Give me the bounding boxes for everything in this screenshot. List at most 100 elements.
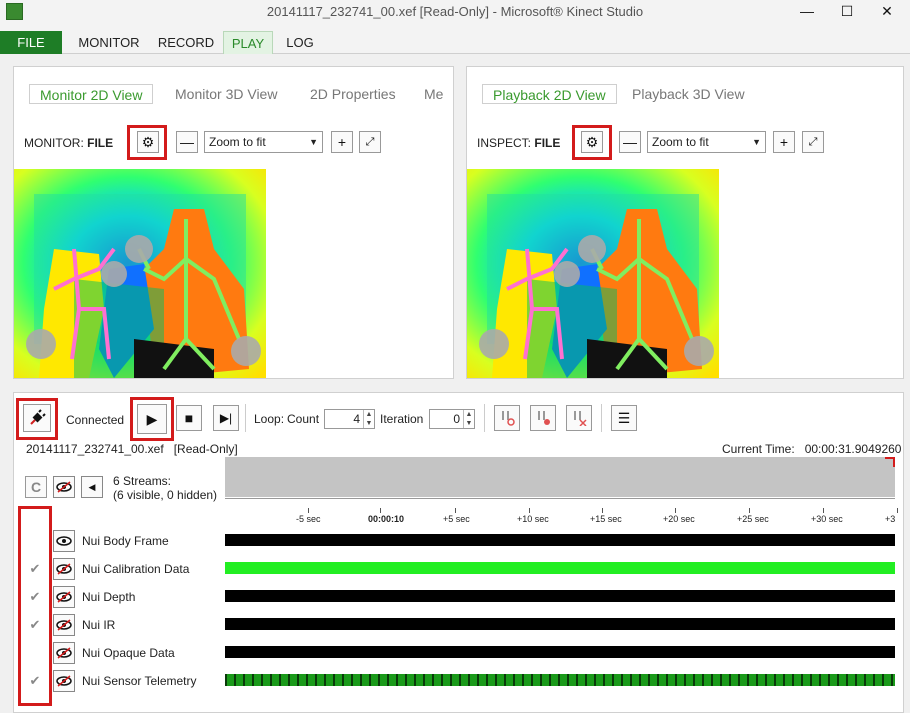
current-time-label: Current Time: [722, 442, 795, 456]
eye-icon[interactable] [53, 558, 75, 580]
close-button[interactable]: ✕ [873, 0, 901, 22]
eye-icon[interactable] [53, 586, 75, 608]
stream-name: Nui Opaque Data [82, 646, 175, 660]
monitor-source: MONITOR: FILE [24, 136, 113, 150]
chevron-down-icon: ▼ [309, 137, 318, 147]
spinner-arrows[interactable]: ▲ ▼ [363, 410, 374, 428]
zoom-out-button[interactable]: — [176, 131, 198, 153]
timeline-tick-label: +15 sec [590, 514, 622, 524]
gear-icon[interactable]: ⚙ [581, 131, 603, 153]
tab-playback-2d-view[interactable]: Playback 2D View [482, 84, 617, 104]
timeline-tick-label: +10 sec [517, 514, 549, 524]
stream-name: Nui Body Frame [82, 534, 169, 548]
step-forward-icon: ▶| [219, 411, 233, 425]
tab-playback-3d-view[interactable]: Playback 3D View [632, 84, 745, 104]
timeline-tick-mark [308, 508, 309, 513]
stream-checkbox[interactable]: ✔ [25, 561, 45, 577]
tab-more[interactable]: Me [424, 84, 444, 104]
current-time-value: 00:00:31.9049260 [804, 442, 902, 456]
stream-name: Nui Calibration Data [82, 562, 190, 576]
maximize-button[interactable]: ☐ [833, 0, 861, 22]
timeline-tick-mark [602, 508, 603, 513]
timeline-tick-mark [897, 508, 898, 513]
gear-icon[interactable]: ⚙ [137, 131, 159, 153]
stream-timeline-bar[interactable] [225, 534, 895, 546]
pause-point-in-icon[interactable] [494, 405, 520, 431]
window-title: 20141117_232741_00.xef [Read-Only] - Mic… [266, 4, 644, 19]
timeline-marker [885, 457, 895, 467]
timeline-tick-label: +20 sec [663, 514, 695, 524]
file-name: 20141117_232741_00.xef [Read-Only] [26, 442, 238, 456]
step-forward-button[interactable]: ▶| [213, 405, 239, 431]
iteration-label: Iteration [380, 412, 424, 426]
eye-icon[interactable] [53, 670, 75, 692]
stream-timeline-bar[interactable] [225, 646, 895, 658]
zoom-select[interactable]: Zoom to fit ▼ [647, 131, 766, 153]
eye-icon[interactable] [53, 642, 75, 664]
collapse-icon[interactable]: ◀ [81, 476, 103, 498]
menu-record[interactable]: RECORD [155, 31, 217, 54]
stream-timeline-bar[interactable] [225, 674, 895, 686]
loop-label: Loop: [254, 412, 285, 426]
divider [601, 404, 602, 432]
menu-log[interactable]: LOG [282, 31, 318, 54]
pause-point-add-icon[interactable] [530, 405, 556, 431]
inspect-source: INSPECT: FILE [477, 136, 560, 150]
count-label: Count [287, 412, 320, 426]
timeline-tick-mark [380, 508, 381, 513]
menu-file[interactable]: FILE [0, 31, 62, 54]
menu-play[interactable]: PLAY [223, 31, 273, 54]
fit-screen-icon[interactable]: ⤢ [802, 131, 824, 153]
playback-depth-image [467, 169, 719, 378]
timeline-tick-label: +30 sec [811, 514, 843, 524]
pause-point-remove-icon[interactable] [566, 405, 592, 431]
tab-monitor-3d-view[interactable]: Monitor 3D View [175, 84, 277, 104]
timeline-tick-mark [675, 508, 676, 513]
timeline-tick-mark [823, 508, 824, 513]
eye-icon[interactable] [53, 530, 75, 552]
count-value: 4 [353, 412, 360, 426]
stream-name: Nui IR [82, 618, 116, 632]
stream-checkbox[interactable]: ✔ [25, 673, 45, 689]
timeline-tick-label: 00:00:10 [368, 514, 405, 524]
stream-name: Nui Sensor Telemetry [82, 674, 197, 688]
timeline-tick-mark [455, 508, 456, 513]
iteration-stepper[interactable]: 0 ▲ ▼ [429, 409, 475, 429]
timeline-tick-mark [529, 508, 530, 513]
timeline-tick-label: +3 [885, 514, 896, 524]
menu-monitor[interactable]: MONITOR [75, 31, 143, 54]
zoom-select[interactable]: Zoom to fit ▼ [204, 131, 323, 153]
count-stepper[interactable]: 4 ▲ ▼ [324, 409, 375, 429]
zoom-out-button[interactable]: — [619, 131, 641, 153]
eye-icon[interactable] [53, 614, 75, 636]
minimize-button[interactable]: — [793, 0, 821, 22]
inspect-source-label: INSPECT: [477, 136, 532, 150]
stream-timeline-bar[interactable] [225, 590, 895, 602]
stream-count: 6 Streams: [113, 474, 172, 488]
connection-status: Connected [66, 413, 125, 427]
play-icon: ▶ [146, 410, 158, 427]
zoom-in-button[interactable]: + [331, 131, 353, 153]
timeline-tick-mark [749, 508, 750, 513]
iteration-value: 0 [453, 412, 460, 426]
stream-timeline-bar[interactable] [225, 618, 895, 630]
spinner-arrows[interactable]: ▲ ▼ [463, 410, 474, 428]
stop-button[interactable]: ■ [176, 405, 202, 431]
current-time: Current Time: 00:00:31.9049260 [722, 442, 901, 456]
list-icon[interactable]: ☰ [611, 405, 637, 431]
stream-timeline-bar[interactable] [225, 562, 895, 574]
c-button[interactable]: C [25, 476, 47, 498]
timeline-tick-label: -5 sec [296, 514, 321, 524]
tab-2d-properties[interactable]: 2D Properties [310, 84, 396, 104]
zoom-in-button[interactable]: + [773, 131, 795, 153]
fit-screen-icon[interactable]: ⤢ [359, 131, 381, 153]
hide-icon[interactable] [53, 476, 75, 498]
stream-visibility: (6 visible, 0 hidden) [113, 488, 218, 502]
stream-checkbox[interactable]: ✔ [25, 589, 45, 605]
plug-icon[interactable] [23, 404, 51, 432]
tab-monitor-2d-view[interactable]: Monitor 2D View [29, 84, 154, 104]
timeline-axis [225, 498, 895, 499]
timeline-overview[interactable] [225, 457, 895, 497]
play-button[interactable]: ▶ [137, 404, 167, 434]
stream-checkbox[interactable]: ✔ [25, 617, 45, 633]
